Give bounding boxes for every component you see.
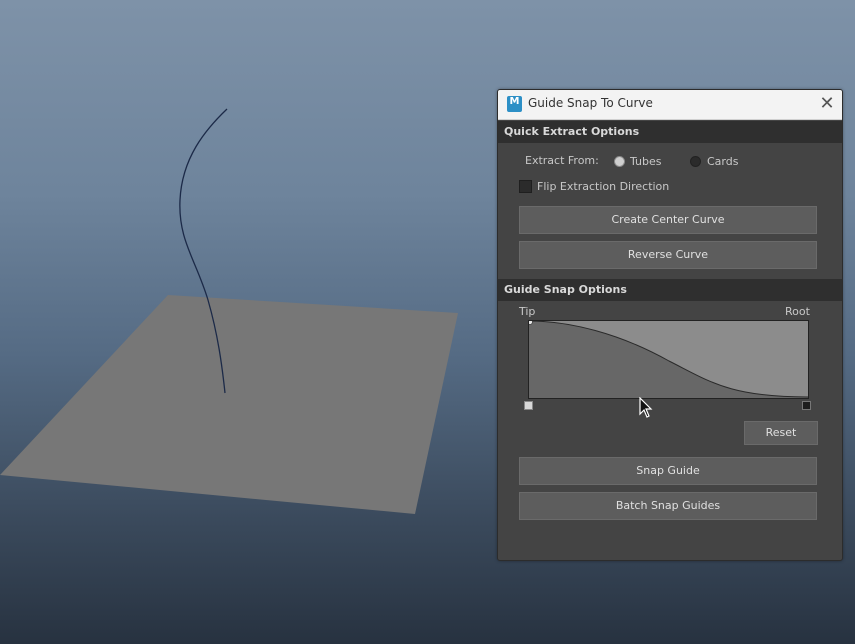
mouse-cursor-icon — [639, 397, 653, 418]
tubes-label: Tubes — [630, 155, 662, 168]
tubes-radio[interactable] — [614, 156, 625, 167]
reset-button[interactable]: Reset — [744, 421, 818, 445]
flip-extraction-label: Flip Extraction Direction — [537, 180, 670, 193]
falloff-curve-graph[interactable] — [528, 320, 809, 399]
batch-snap-guides-button[interactable]: Batch Snap Guides — [519, 492, 817, 520]
reverse-curve-button[interactable]: Reverse Curve — [519, 241, 817, 269]
guide-snap-dialog: M Guide Snap To Curve ✕ Quick Extract Op… — [497, 89, 843, 561]
ground-plane — [0, 295, 458, 514]
snap-guide-button[interactable]: Snap Guide — [519, 457, 817, 485]
dialog-title: Guide Snap To Curve — [528, 96, 653, 110]
flip-extraction-checkbox[interactable] — [519, 180, 532, 193]
graph-upper-fill — [529, 321, 808, 397]
extract-from-label: Extract From: — [525, 154, 599, 167]
guide-snap-header[interactable]: Guide Snap Options — [498, 279, 842, 301]
cards-radio[interactable] — [690, 156, 701, 167]
root-handle[interactable] — [802, 401, 811, 410]
maya-app-icon: M — [507, 96, 522, 112]
root-label: Root — [785, 305, 810, 318]
title-bar[interactable]: M Guide Snap To Curve ✕ — [498, 90, 842, 120]
quick-extract-header[interactable]: Quick Extract Options — [498, 121, 842, 143]
tip-label: Tip — [519, 305, 536, 318]
tip-handle[interactable] — [524, 401, 533, 410]
curve-start-point[interactable] — [529, 321, 533, 325]
close-icon[interactable]: ✕ — [818, 95, 836, 113]
create-center-curve-button[interactable]: Create Center Curve — [519, 206, 817, 234]
cards-label: Cards — [707, 155, 739, 168]
